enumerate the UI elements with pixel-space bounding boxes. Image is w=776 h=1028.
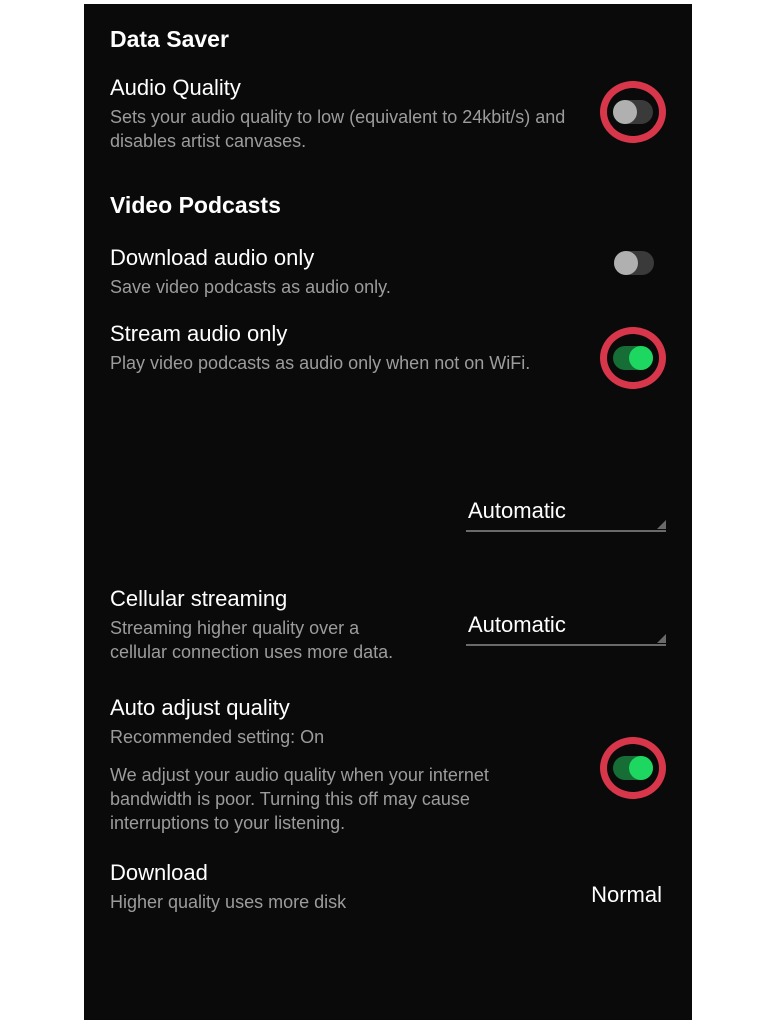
audio-quality-text: Audio Quality Sets your audio quality to… (110, 75, 588, 154)
download-quality-row: Download Higher quality uses more disk N… (110, 860, 666, 914)
audio-quality-desc: Sets your audio quality to low (equivale… (110, 105, 588, 154)
settings-panel-bottom: Automatic Cellular streaming Streaming h… (84, 500, 692, 1020)
highlight-circle-icon (600, 737, 666, 799)
auto-adjust-quality-desc: We adjust your audio quality when your i… (110, 763, 530, 836)
download-audio-only-text: Download audio only Save video podcasts … (110, 245, 602, 299)
cellular-streaming-title: Cellular streaming (110, 586, 420, 612)
settings-panel-top: Data Saver Audio Quality Sets your audio… (84, 4, 692, 500)
download-quality-value[interactable]: Normal (591, 882, 666, 908)
auto-adjust-quality-text: Auto adjust quality Recommended setting:… (110, 695, 584, 836)
cellular-streaming-text: Cellular streaming Streaming higher qual… (110, 586, 420, 665)
select-underline-icon (466, 644, 666, 646)
auto-adjust-quality-row: Auto adjust quality Recommended setting:… (110, 695, 666, 836)
highlight-circle-icon (600, 81, 666, 143)
stream-audio-only-text: Stream audio only Play video podcasts as… (110, 321, 588, 375)
dropdown-triangle-icon (657, 520, 666, 529)
download-quality-title: Download (110, 860, 430, 886)
auto-adjust-quality-sub: Recommended setting: On (110, 725, 584, 749)
cellular-streaming-value: Automatic (466, 608, 666, 644)
audio-quality-row: Audio Quality Sets your audio quality to… (110, 75, 666, 154)
audio-quality-title: Audio Quality (110, 75, 588, 101)
highlight-circle-icon (600, 327, 666, 389)
auto-adjust-quality-toggle[interactable] (613, 756, 653, 780)
toggle-knob-icon (629, 756, 653, 780)
stream-audio-only-control (600, 327, 666, 389)
cellular-streaming-desc: Streaming higher quality over a cellular… (110, 616, 420, 665)
auto-adjust-quality-title: Auto adjust quality (110, 695, 584, 721)
data-saver-header: Data Saver (110, 26, 666, 53)
toggle-knob-icon (614, 251, 638, 275)
partial-top-select[interactable]: Automatic (466, 494, 666, 532)
stream-audio-only-toggle[interactable] (613, 346, 653, 370)
partial-top-value: Automatic (466, 494, 666, 530)
cellular-streaming-select[interactable]: Automatic (466, 608, 666, 646)
stream-audio-only-desc: Play video podcasts as audio only when n… (110, 351, 588, 375)
download-quality-desc: Higher quality uses more disk (110, 890, 430, 914)
download-audio-only-desc: Save video podcasts as audio only. (110, 275, 602, 299)
dropdown-triangle-icon (657, 634, 666, 643)
select-underline-icon (466, 530, 666, 532)
partial-top-row: Automatic (110, 500, 666, 564)
audio-quality-control (600, 81, 666, 143)
download-audio-only-title: Download audio only (110, 245, 602, 271)
video-podcasts-header: Video Podcasts (110, 192, 666, 219)
download-audio-only-control (614, 251, 654, 275)
download-audio-only-row: Download audio only Save video podcasts … (110, 245, 666, 299)
download-quality-text: Download Higher quality uses more disk (110, 860, 430, 914)
audio-quality-toggle[interactable] (613, 100, 653, 124)
toggle-knob-icon (629, 346, 653, 370)
stream-audio-only-row: Stream audio only Play video podcasts as… (110, 321, 666, 389)
auto-adjust-quality-control (600, 737, 666, 799)
stream-audio-only-title: Stream audio only (110, 321, 588, 347)
toggle-knob-icon (613, 100, 637, 124)
cellular-streaming-row: Cellular streaming Streaming higher qual… (110, 586, 666, 665)
download-audio-only-toggle[interactable] (614, 251, 654, 275)
